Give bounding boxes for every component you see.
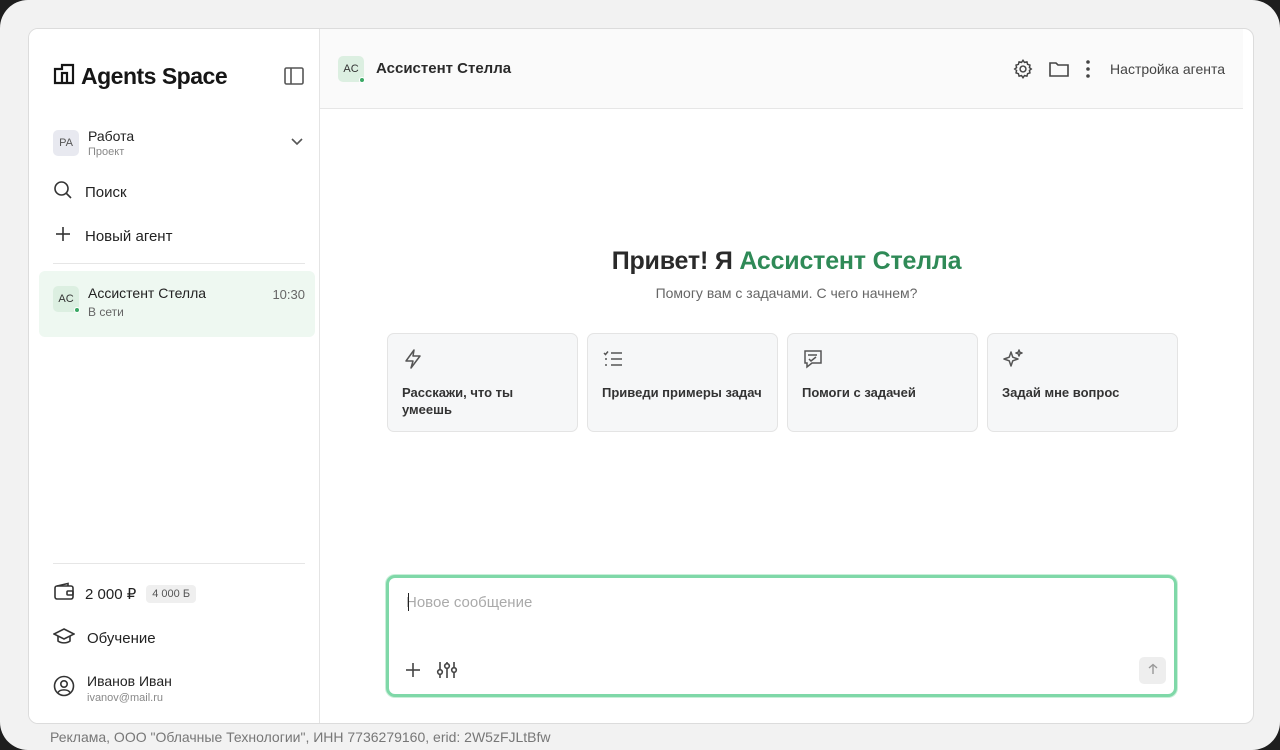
welcome-hero: Привет! Я Ассистент Стелла Помогу вам с … [320,247,1253,301]
user-email: ivanov@mail.ru [87,691,163,704]
avatar-initials: AC [58,293,74,305]
more-vertical-icon[interactable] [1084,58,1092,80]
logo-row: Agents Space [53,61,305,91]
balance-amount: 2 000 ₽ [85,586,137,603]
project-subtitle: Проект [88,146,125,158]
hero-title: Привет! Я Ассистент Стелла [320,247,1253,276]
sparkle-icon [1002,349,1024,374]
logo-text: Agents Space [81,62,228,89]
ad-disclaimer: Реклама, ООО "Облачные Технологии", ИНН … [50,729,551,745]
bonus-badge: 4 000 Б [146,585,197,603]
sidebar-item-new-agent[interactable]: Новый агент [53,223,305,249]
sidebar-item-label: Новый агент [85,227,173,245]
arrow-up-icon [1147,662,1159,680]
gear-icon[interactable] [1012,58,1034,80]
chat-status: В сети [88,305,124,319]
graduation-cap-icon [52,626,76,650]
project-name: Работа [88,128,135,144]
chat-title: Ассистент Стелла [376,60,512,77]
suggestion-card-help[interactable]: Помоги с задачей [787,333,978,432]
chat-header: AC Ассистент Стелла Настройка агента [320,29,1243,109]
suggestion-label: Приведи примеры задач [602,385,762,400]
divider [53,563,305,564]
sidebar: Agents Space PA Работа Проект Поиск Новы… [29,29,320,723]
message-composer [386,575,1177,697]
online-indicator [359,76,365,83]
text-caret [408,593,409,611]
message-check-icon [802,350,824,374]
hero-subtitle: Помогу вам с задачами. С чего начнем? [655,285,918,301]
chat-main: AC Ассистент Стелла Настройка агента При… [320,29,1253,723]
suggestion-label: Помоги с задачей [802,385,916,400]
send-button[interactable] [1139,657,1166,684]
message-input[interactable] [406,591,1158,613]
hero-greeting: Привет! Я [611,247,740,275]
suggestion-card-question[interactable]: Задай мне вопрос [987,333,1178,432]
user-name: Иванов Иван [87,672,172,689]
sidebar-item-label: Обучение [87,629,156,647]
app-window: Agents Space PA Работа Проект Поиск Новы… [28,28,1254,724]
sidebar-item-search[interactable]: Поиск [53,179,305,205]
agent-settings-button[interactable]: Настройка агента [1110,61,1225,77]
plus-icon [53,224,73,248]
suggestion-card-examples[interactable]: Приведи примеры задач [587,333,778,432]
user-icon [53,675,75,702]
divider [53,263,305,264]
hero-agent-name: Ассистент Стелла [739,247,962,275]
search-icon [53,180,73,204]
wallet-icon [53,581,75,607]
chat-list-item[interactable]: AC Ассистент Стелла В сети 10:30 [39,271,315,337]
sidebar-item-learning[interactable]: Обучение [52,625,305,651]
project-selector[interactable]: PA Работа Проект [53,125,305,161]
avatar: AC [53,286,80,313]
online-indicator [74,307,80,313]
sidebar-item-label: Поиск [85,183,127,201]
screen: Agents Space PA Работа Проект Поиск Новы… [0,0,1280,750]
suggestion-label: Задай мне вопрос [1002,385,1120,400]
agents-space-logo-icon [53,63,75,90]
sidebar-toggle-icon[interactable] [283,65,305,87]
suggestion-label: Расскажи, что ты умеешь [402,385,514,417]
chevron-down-icon [289,133,305,154]
balance-row[interactable]: 2 000 ₽ 4 000 Б [53,581,305,607]
avatar-initials: AC [343,62,359,75]
suggestion-cards: Расскажи, что ты умеешь Приведи примеры … [387,333,1178,432]
chat-time: 10:30 [272,287,305,302]
user-profile[interactable]: Иванов Иван ivanov@mail.ru [53,669,305,707]
attach-plus-icon[interactable] [404,661,422,679]
folder-icon[interactable] [1048,59,1070,79]
chat-name: Ассистент Стелла [88,285,207,301]
list-check-icon [602,351,624,374]
lightning-icon [402,349,424,374]
logo[interactable]: Agents Space [53,62,228,90]
settings-sliders-icon[interactable] [436,660,458,680]
suggestion-card-capabilities[interactable]: Расскажи, что ты умеешь [387,333,578,432]
project-badge: PA [53,130,79,156]
avatar: AC [338,55,365,83]
